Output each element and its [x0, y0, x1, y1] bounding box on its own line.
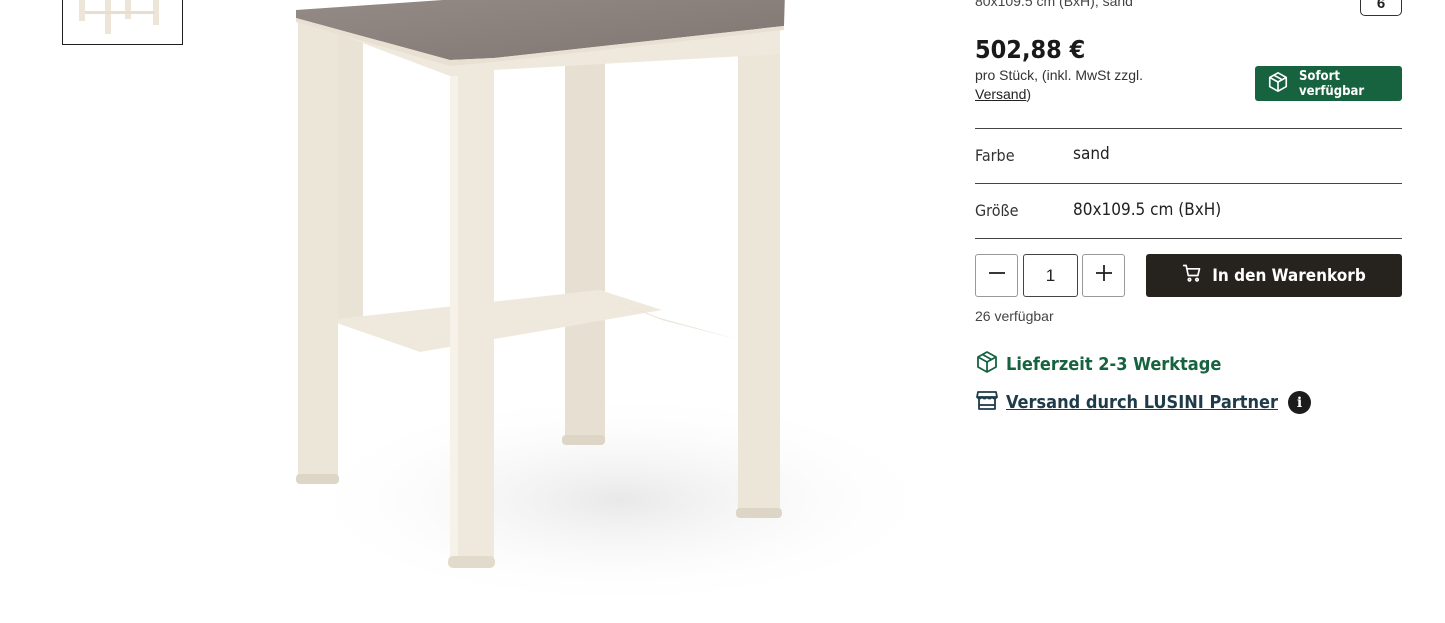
- variant-summary: 80x109.5 cm (BxH); sand: [975, 0, 1133, 9]
- add-to-cart-button[interactable]: In den Warenkorb: [1146, 254, 1402, 297]
- quantity-decrease-button[interactable]: [975, 254, 1018, 297]
- package-icon: [1267, 71, 1289, 97]
- attribute-value-size: 80x109.5 cm (BxH): [1073, 200, 1222, 220]
- attribute-value-color: sand: [1073, 144, 1110, 164]
- plus-icon: [1095, 264, 1113, 287]
- availability-badge: Sofort verfügbar: [1255, 66, 1402, 101]
- price-note-suffix: ): [1026, 86, 1032, 102]
- cart-icon: [1182, 263, 1202, 288]
- product-image: [290, 0, 940, 610]
- thumbnail-table-image: [79, 0, 159, 34]
- attribute-label-size: Größe: [975, 201, 1019, 220]
- minus-icon: [988, 264, 1006, 287]
- store-icon: [975, 388, 999, 417]
- divider: [975, 128, 1402, 129]
- price-note-prefix: pro Stück, (inkl. MwSt zzgl.: [975, 67, 1144, 83]
- divider: [975, 183, 1402, 184]
- delivery-time-label: Lieferzeit 2-3 Werktage: [1006, 354, 1222, 375]
- shipping-link[interactable]: Versand: [975, 86, 1026, 102]
- add-to-cart-label: In den Warenkorb: [1212, 265, 1366, 286]
- availability-badge-label: Sofort verfügbar: [1299, 68, 1365, 99]
- product-thumbnail[interactable]: [62, 0, 183, 45]
- stock-count: 26 verfügbar: [975, 308, 1054, 324]
- price-note: pro Stück, (inkl. MwSt zzgl. Versand): [975, 66, 1195, 104]
- shipping-partner[interactable]: Versand durch LUSINI Partner i: [975, 388, 1311, 417]
- shipping-partner-link[interactable]: Versand durch LUSINI Partner: [1006, 392, 1278, 413]
- info-icon[interactable]: i: [1288, 391, 1311, 414]
- quantity-input[interactable]: [1023, 254, 1078, 297]
- attribute-label-color: Farbe: [975, 146, 1015, 165]
- wishlist-count: 6: [1376, 0, 1386, 12]
- quantity-increase-button[interactable]: [1082, 254, 1125, 297]
- product-price: 502,88 €: [975, 35, 1086, 64]
- wishlist-counter[interactable]: 6: [1360, 0, 1402, 16]
- package-icon: [975, 350, 999, 379]
- divider: [975, 238, 1402, 239]
- delivery-time: Lieferzeit 2-3 Werktage: [975, 350, 1221, 379]
